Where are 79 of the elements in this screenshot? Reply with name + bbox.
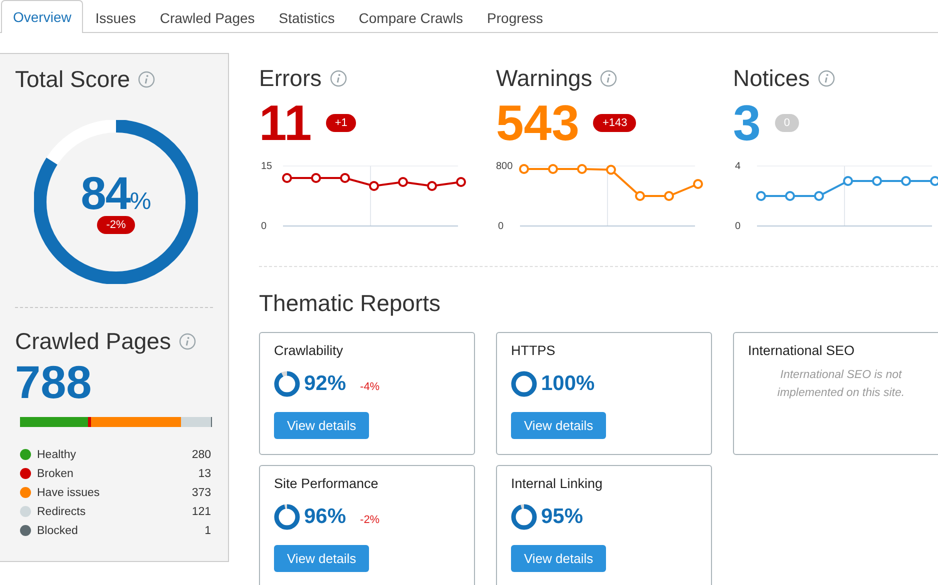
data-point [930,176,938,186]
metric-value: 3 [733,98,761,148]
data-point [756,191,766,201]
data-point [398,177,408,187]
score-unit: % [130,188,152,216]
info-icon[interactable] [330,70,347,87]
section-title: Warnings [496,65,592,92]
data-point [606,164,616,175]
info-icon[interactable] [178,333,196,350]
tab[interactable]: Statistics [266,1,347,33]
axis-tick: 0 [735,221,741,232]
data-point [577,164,587,174]
legend-label: Healthy [37,448,77,460]
legend-count: 280 [192,448,211,460]
score-ring [511,504,537,530]
info-icon[interactable] [600,70,618,87]
score-ring [274,371,300,397]
data-point [369,181,379,191]
data-point [901,176,911,186]
data-point [635,191,645,201]
axis-tick: 0 [261,221,267,232]
data-point [693,179,703,189]
score-value: 95% [541,505,584,529]
data-point [664,191,674,201]
data-point [519,164,529,174]
pages-count: 788 [15,357,93,407]
legend-label: Broken [37,468,74,480]
card-title: Crawlability [274,343,344,358]
data-point [340,173,350,183]
data-point [785,191,795,201]
score-change: -4% [360,381,380,393]
score-ring [274,504,300,530]
tab[interactable]: Crawled Pages [148,1,267,33]
legend-count: 121 [192,506,211,518]
data-point [456,177,466,187]
tab[interactable]: Issues [83,1,148,33]
section-title: Errors [259,65,322,92]
section-title: Total Score [15,66,130,93]
section-title: Thematic Reports [259,290,442,317]
axis-tick: 15 [261,161,272,172]
section-title: Notices [733,65,810,92]
data-point [548,164,558,174]
card-title: Site Performance [274,476,380,491]
tab[interactable]: Compare Crawls [346,1,476,33]
legend-label: Have issues [37,486,101,498]
info-icon[interactable] [818,70,835,87]
legend-count: 373 [192,486,211,498]
info-icon[interactable] [138,71,156,88]
score-value: 92% [304,372,346,396]
score-ring [511,371,537,397]
metric-value: 11 [259,98,312,148]
axis-tick: 4 [735,161,741,172]
data-point [872,176,882,186]
data-point [282,173,292,183]
card-title: HTTPS [511,343,556,358]
change-badge: +1 [326,114,356,132]
section-title: Crawled Pages [15,328,171,355]
score-value: 96% [304,505,346,529]
score-change: -2% [360,514,380,526]
data-point [843,176,853,186]
legend-label: Redirects [37,506,87,518]
legend-label: Blocked [37,524,79,536]
score-value: 84 [80,170,130,216]
tab[interactable]: Progress [475,1,556,33]
axis-tick: 0 [498,221,504,232]
data-point [814,191,824,201]
change-badge: +143 [593,114,636,132]
card-title: Internal Linking [511,476,604,491]
card-title: International SEO [748,343,856,358]
legend-count: 13 [198,468,211,480]
data-point [311,173,321,183]
axis-tick: 800 [496,161,513,172]
legend-count: 1 [204,524,211,536]
change-badge: -2% [97,216,135,234]
data-point [427,181,437,191]
metric-value: 543 [496,98,580,148]
score-value: 100% [541,372,595,396]
empty-message: International SEO is not implemented on this site. [776,368,906,401]
tab[interactable]: Overview [1,0,84,33]
